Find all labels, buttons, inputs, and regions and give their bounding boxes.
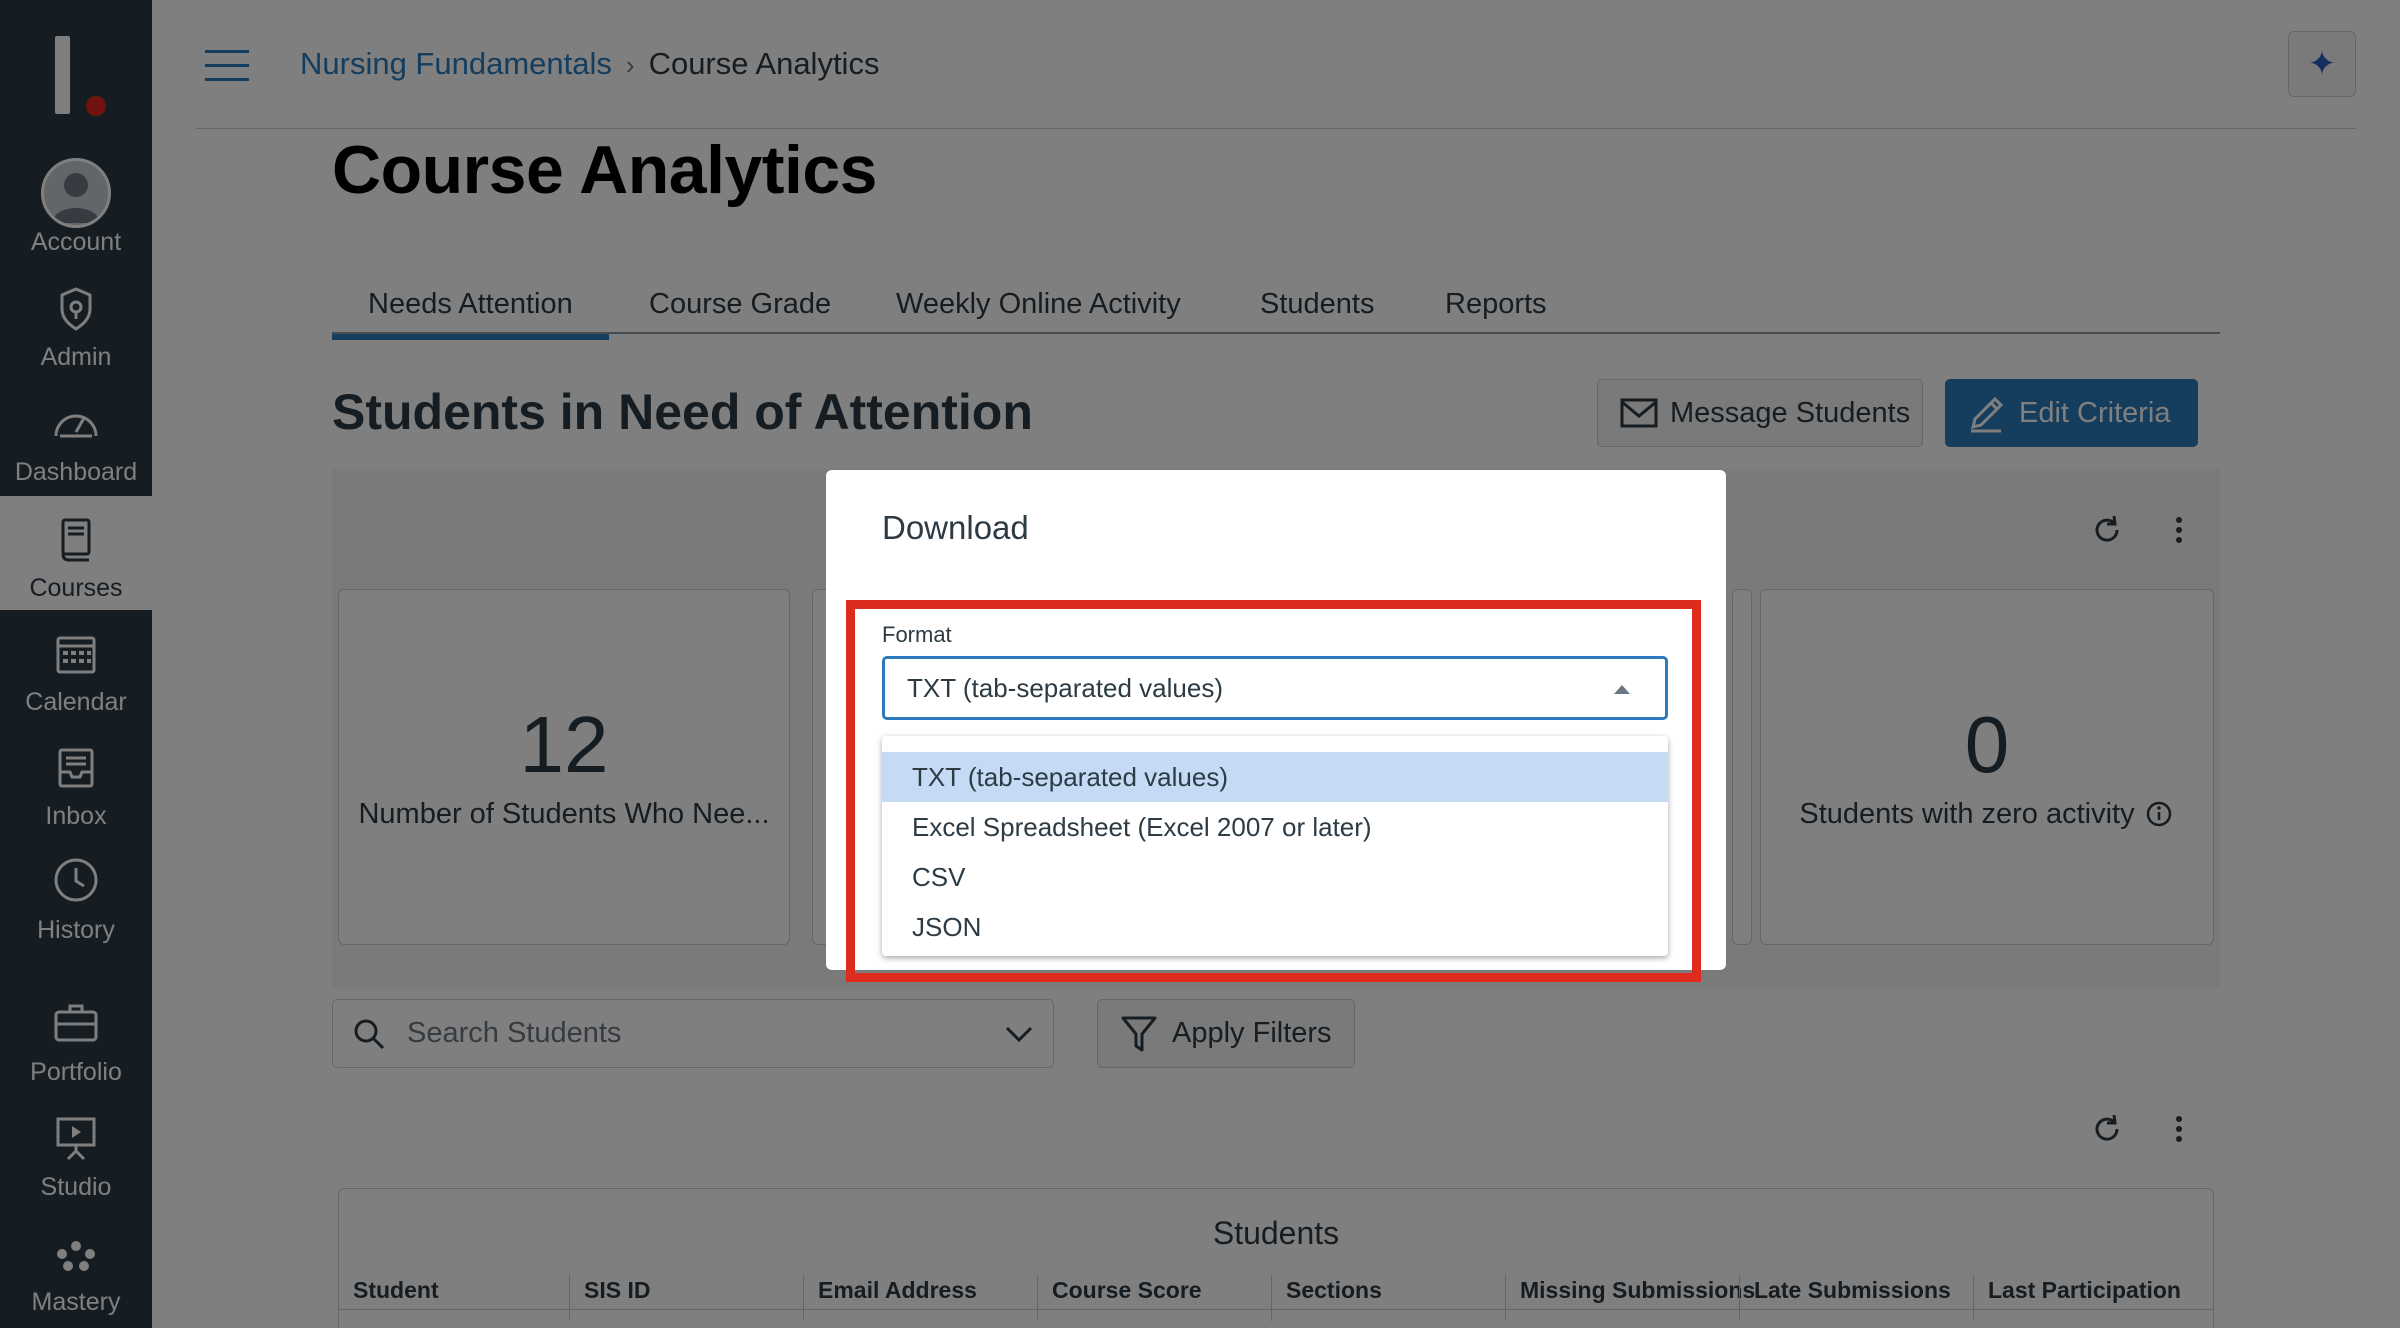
format-label: Format [882,622,952,647]
dialog-title: Download [882,509,1029,546]
format-select[interactable]: TXT (tab-separated values) [882,656,1668,720]
caret-up-icon [1614,685,1630,694]
format-option-json[interactable]: JSON [882,902,1668,952]
format-select-value: TXT (tab-separated values) [907,673,1223,703]
format-option-csv[interactable]: CSV [882,852,1668,902]
format-option-txt[interactable]: TXT (tab-separated values) [882,752,1668,802]
format-option-excel[interactable]: Excel Spreadsheet (Excel 2007 or later) [882,802,1668,852]
format-options-list: TXT (tab-separated values) Excel Spreads… [882,736,1668,956]
